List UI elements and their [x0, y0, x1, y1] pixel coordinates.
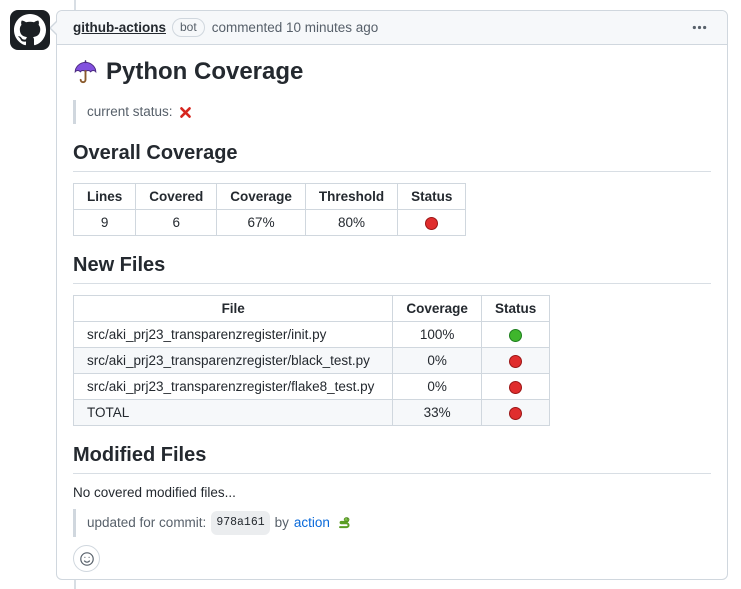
- table-row: src/aki_prj23_transparenzregister/flake8…: [74, 374, 550, 400]
- coverage-value: 67%: [217, 210, 306, 236]
- reactions-row: [73, 545, 711, 572]
- speech-caret-fill: [51, 20, 59, 36]
- col-coverage: Coverage: [393, 296, 482, 322]
- new-files-heading: New Files: [73, 253, 711, 284]
- action-link[interactable]: action: [294, 513, 330, 533]
- overall-coverage-table: Lines Covered Coverage Threshold Status …: [73, 183, 466, 236]
- table-row-total: TOTAL 33%: [74, 400, 550, 426]
- col-status: Status: [398, 184, 466, 210]
- coverage-value: 100%: [393, 322, 482, 348]
- comment-timestamp[interactable]: commented 10 minutes ago: [212, 20, 688, 35]
- table-row: 9 6 67% 80%: [74, 210, 466, 236]
- umbrella-icon: [73, 60, 98, 85]
- overall-coverage-heading: Overall Coverage: [73, 141, 711, 172]
- lines-value: 9: [74, 210, 136, 236]
- bot-badge: bot: [172, 18, 205, 37]
- commit-hash-chip[interactable]: 978a161: [211, 511, 269, 535]
- new-files-table: File Coverage Status src/aki_prj23_trans…: [73, 295, 550, 426]
- current-status-quote: current status:: [73, 100, 711, 124]
- col-coverage: Coverage: [217, 184, 306, 210]
- covered-value: 6: [136, 210, 217, 236]
- table-row: src/aki_prj23_transparenzregister/black_…: [74, 348, 550, 374]
- updated-commit-label: updated for commit:: [87, 513, 206, 533]
- status-dot-icon: [425, 217, 438, 230]
- kebab-menu-icon: [692, 20, 707, 35]
- col-threshold: Threshold: [305, 184, 397, 210]
- report-title-text: Python Coverage: [106, 58, 303, 86]
- status-dot-icon: [509, 329, 522, 342]
- comment-body: Python Coverage current status: Overall …: [57, 45, 727, 580]
- total-label: TOTAL: [74, 400, 393, 426]
- smiley-icon: [79, 551, 95, 567]
- cross-mark-icon: [179, 106, 192, 119]
- file-path: src/aki_prj23_transparenzregister/black_…: [74, 348, 393, 374]
- col-covered: Covered: [136, 184, 217, 210]
- col-file: File: [74, 296, 393, 322]
- add-reaction-button[interactable]: [73, 545, 100, 572]
- coverage-value: 0%: [393, 348, 482, 374]
- comment-options-button[interactable]: [688, 18, 711, 37]
- author-link[interactable]: github-actions: [73, 20, 166, 35]
- by-text: by: [275, 513, 289, 533]
- status-dot-icon: [509, 381, 522, 394]
- comment-card: github-actions bot commented 10 minutes …: [56, 10, 728, 580]
- status-dot-icon: [509, 355, 522, 368]
- col-status: Status: [481, 296, 549, 322]
- status-dot-icon: [509, 407, 522, 420]
- updated-commit-quote: updated for commit: 978a161 by action: [73, 509, 711, 537]
- snake-icon: [336, 516, 351, 531]
- col-lines: Lines: [74, 184, 136, 210]
- report-title: Python Coverage: [73, 58, 711, 86]
- current-status-label: current status:: [87, 102, 173, 122]
- coverage-value: 0%: [393, 374, 482, 400]
- avatar[interactable]: [10, 10, 50, 50]
- file-path: src/aki_prj23_transparenzregister/flake8…: [74, 374, 393, 400]
- comment-header: github-actions bot commented 10 minutes …: [57, 11, 727, 45]
- coverage-value: 33%: [393, 400, 482, 426]
- file-path: src/aki_prj23_transparenzregister/init.p…: [74, 322, 393, 348]
- modified-files-heading: Modified Files: [73, 443, 711, 474]
- github-logo-icon: [14, 14, 46, 46]
- table-row: src/aki_prj23_transparenzregister/init.p…: [74, 322, 550, 348]
- no-modified-files-text: No covered modified files...: [73, 485, 711, 500]
- threshold-value: 80%: [305, 210, 397, 236]
